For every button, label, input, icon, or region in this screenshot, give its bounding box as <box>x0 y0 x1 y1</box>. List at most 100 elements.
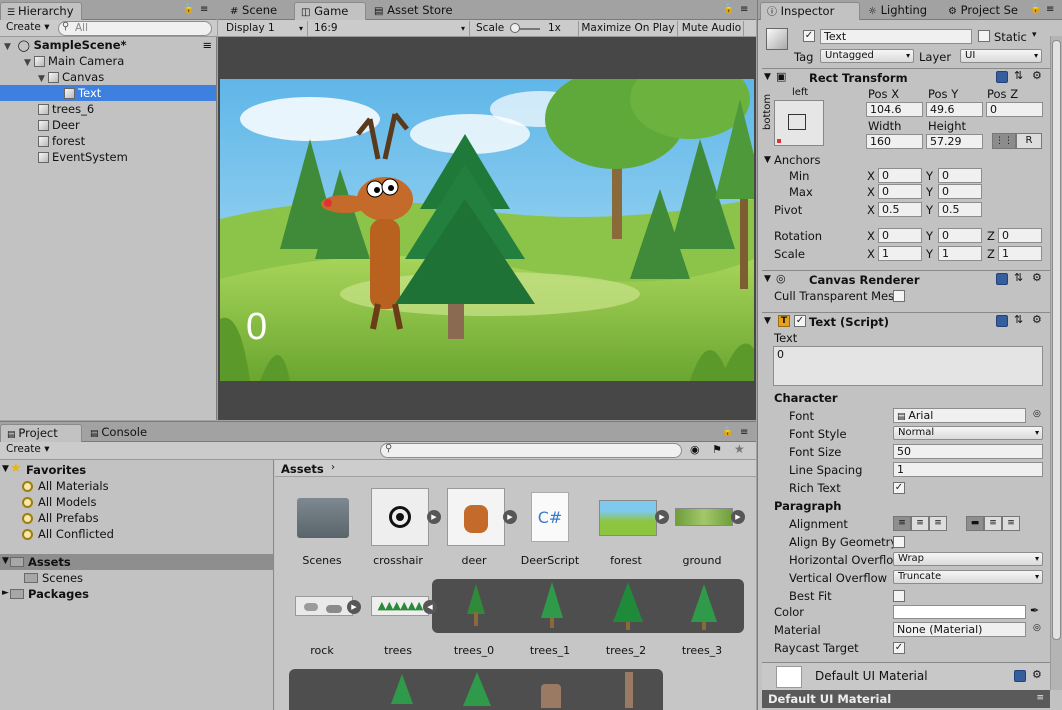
align-left-button[interactable]: ≡ <box>893 516 911 531</box>
menu-icon[interactable]: ≡ <box>740 427 748 438</box>
project-search-input[interactable] <box>380 443 682 458</box>
width-field[interactable]: 160 <box>866 134 923 149</box>
best-fit-checkbox[interactable] <box>893 590 905 602</box>
help-book-icon[interactable] <box>996 315 1008 327</box>
hierarchy-item-canvas[interactable]: ▼ Canvas <box>0 69 216 85</box>
tab-hierarchy[interactable]: ☰ Hierarchy <box>0 2 82 20</box>
h-overflow-dropdown[interactable]: Wrap <box>893 552 1043 566</box>
hierarchy-item-forest[interactable]: forest <box>0 133 216 149</box>
tree-sprite-icon[interactable] <box>463 672 491 706</box>
scale-x-field[interactable]: 1 <box>878 246 922 261</box>
font-size-field[interactable]: 50 <box>893 444 1043 459</box>
tab-lighting[interactable]: ☼ Lighting <box>862 2 942 20</box>
pivot-y-field[interactable]: 0.5 <box>938 202 982 217</box>
object-picker-icon[interactable]: ◎ <box>1033 409 1041 419</box>
favorite-all-prefabs[interactable]: All Prefabs <box>22 511 99 525</box>
tree-item-packages[interactable]: ► Packages <box>0 586 273 602</box>
preset-icon[interactable]: ⇅ <box>1014 271 1023 284</box>
align-middle-button[interactable]: ≡ <box>984 516 1002 531</box>
filter-by-type-icon[interactable]: ◉ <box>690 443 700 456</box>
scale-z-field[interactable]: 1 <box>998 246 1042 261</box>
hierarchy-search-input[interactable]: All <box>58 21 212 36</box>
mute-audio-button[interactable]: Mute Audio <box>680 21 744 36</box>
gear-icon[interactable]: ⚙ <box>1032 271 1042 284</box>
tag-dropdown[interactable]: Untagged <box>820 49 914 63</box>
scale-slider-handle[interactable] <box>510 23 520 33</box>
preset-icon[interactable]: ⇅ <box>1014 69 1023 82</box>
favorites-label[interactable]: Favorites <box>26 463 86 477</box>
active-checkbox[interactable]: ✓ <box>803 30 815 42</box>
tab-asset-store[interactable]: ▤ Asset Store <box>368 2 468 20</box>
menu-icon[interactable]: ≡ <box>740 4 748 15</box>
lock-icon[interactable]: 🔒 <box>183 4 194 14</box>
breadcrumb-assets[interactable]: Assets <box>281 462 324 476</box>
inspector-scrollbar[interactable] <box>1050 36 1062 690</box>
expand-arrow-icon[interactable]: ▼ <box>764 316 771 326</box>
tree-item-scenes[interactable]: Scenes <box>0 570 273 586</box>
align-bottom-button[interactable]: ≡ <box>1002 516 1020 531</box>
lock-icon[interactable]: 🔒 <box>722 427 733 437</box>
pos-y-field[interactable]: 49.6 <box>926 102 983 117</box>
breadcrumb[interactable]: Assets › <box>275 460 756 477</box>
tab-project[interactable]: ▤ Project <box>0 424 82 442</box>
height-field[interactable]: 57.29 <box>926 134 983 149</box>
anchor-preset-button[interactable] <box>774 100 824 146</box>
expand-sprite-icon[interactable]: ▶ <box>427 510 441 524</box>
rotation-x-field[interactable]: 0 <box>878 228 922 243</box>
anchors-min-x-field[interactable]: 0 <box>878 168 922 183</box>
rotation-y-field[interactable]: 0 <box>938 228 982 243</box>
favorite-all-materials[interactable]: All Materials <box>22 479 109 493</box>
hierarchy-item-trees-6[interactable]: trees_6 <box>0 101 216 117</box>
object-name-field[interactable]: Text <box>820 29 972 44</box>
align-center-button[interactable]: ≡ <box>911 516 929 531</box>
align-right-button[interactable]: ≡ <box>929 516 947 531</box>
create-button[interactable]: Create ▾ <box>2 21 50 36</box>
font-style-dropdown[interactable]: Normal <box>893 426 1043 440</box>
scene-row[interactable]: ▼ ◯ SampleScene* ≡ <box>0 37 216 53</box>
expand-arrow-icon[interactable]: ► <box>2 588 9 598</box>
star-icon[interactable]: ★ <box>734 442 745 456</box>
favorite-all-models[interactable]: All Models <box>22 495 96 509</box>
tree-sprite-icon[interactable] <box>391 674 413 704</box>
align-geometry-checkbox[interactable] <box>893 536 905 548</box>
expand-arrow-icon[interactable]: ▼ <box>2 464 9 474</box>
help-book-icon[interactable] <box>996 273 1008 285</box>
expand-sprite-icon[interactable]: ▶ <box>347 600 361 614</box>
expand-arrow-icon[interactable]: ▼ <box>764 155 771 165</box>
project-create-button[interactable]: Create ▾ <box>2 443 50 458</box>
pos-z-field[interactable]: 0 <box>986 102 1043 117</box>
trunk-sprite-icon[interactable] <box>625 672 633 708</box>
tab-project-settings[interactable]: ⚙ Project Se <box>942 2 1030 20</box>
hierarchy-item-main-camera[interactable]: ▼ Main Camera <box>0 53 216 69</box>
tree-item-assets[interactable]: ▼ Assets <box>0 554 273 570</box>
object-picker-icon[interactable]: ◎ <box>1033 623 1041 633</box>
inspector-bottom-bar[interactable]: Default UI Material ≡ <box>762 690 1050 708</box>
help-book-icon[interactable] <box>1014 670 1026 682</box>
line-spacing-field[interactable]: 1 <box>893 462 1043 477</box>
inspector-scrollbar-thumb[interactable] <box>1052 40 1061 640</box>
tab-game[interactable]: ◫ Game <box>294 2 366 20</box>
static-checkbox[interactable] <box>978 30 990 42</box>
text-script-enabled-checkbox[interactable]: ✓ <box>794 315 806 327</box>
layer-dropdown[interactable]: UI <box>960 49 1042 63</box>
rich-text-checkbox[interactable]: ✓ <box>893 482 905 494</box>
color-swatch[interactable] <box>893 605 1026 619</box>
help-book-icon[interactable] <box>996 71 1008 83</box>
anchors-max-x-field[interactable]: 0 <box>878 184 922 199</box>
tab-scene[interactable]: # Scene <box>224 2 294 20</box>
gear-icon[interactable]: ⚙ <box>1032 668 1042 681</box>
gear-icon[interactable]: ⚙ <box>1032 313 1042 326</box>
expand-arrow-icon[interactable]: ▼ <box>764 274 771 284</box>
scene-menu-icon[interactable]: ≡ <box>202 37 212 53</box>
hierarchy-item-text[interactable]: Text <box>0 85 216 101</box>
cull-transparent-checkbox[interactable] <box>893 290 905 302</box>
eyedropper-icon[interactable]: ✒ <box>1030 604 1039 617</box>
static-dropdown-icon[interactable]: ▾ <box>1032 30 1037 40</box>
menu-icon[interactable]: ≡ <box>200 4 208 15</box>
anchors-max-y-field[interactable]: 0 <box>938 184 982 199</box>
v-overflow-dropdown[interactable]: Truncate <box>893 570 1043 584</box>
hierarchy-item-eventsystem[interactable]: EventSystem <box>0 149 216 165</box>
pivot-x-field[interactable]: 0.5 <box>878 202 922 217</box>
aspect-dropdown[interactable]: 16:9 ▾ <box>314 21 470 36</box>
tab-console[interactable]: ▤ Console <box>84 424 164 442</box>
